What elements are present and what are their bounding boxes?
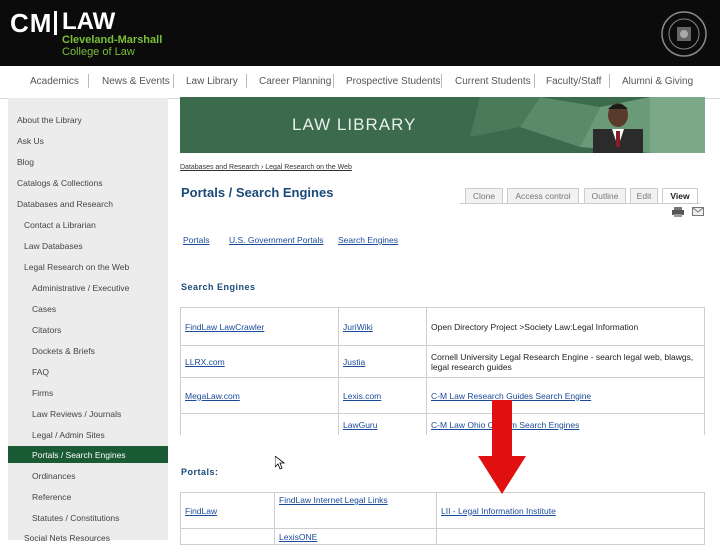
sidebar-item-cases[interactable]: Cases (32, 304, 56, 314)
sidebar-item-dockets[interactable]: Dockets & Briefs (32, 346, 95, 356)
table-cell (180, 528, 275, 545)
nav-academics[interactable]: Academics (30, 76, 79, 87)
text-cornell: Cornell University Legal Research Engine… (431, 351, 694, 372)
banner-title: LAW LIBRARY (292, 115, 417, 134)
link-findlaw-internet-legal[interactable]: FindLaw Internet Legal Links (279, 495, 388, 505)
red-arrow-icon (478, 400, 526, 494)
link-lexis[interactable]: Lexis.com (343, 391, 381, 401)
nav-current-students[interactable]: Current Students (455, 76, 531, 87)
table-cell: MegaLaw.com (180, 377, 339, 414)
nav-law-library[interactable]: Law Library (186, 76, 238, 87)
link-findlaw[interactable]: FindLaw (185, 506, 217, 516)
table-cell: FindLaw Internet Legal Links (274, 492, 437, 529)
sidebar-item-reference[interactable]: Reference (32, 492, 71, 502)
table-row: LLRX.com Justia Cornell University Legal… (180, 345, 705, 378)
sidebar-item-law-databases[interactable]: Law Databases (24, 241, 83, 251)
toc-link-portals[interactable]: Portals (183, 235, 209, 245)
tab-outline[interactable]: Outline (584, 188, 626, 204)
link-lexisone[interactable]: LexisONE (279, 532, 317, 542)
tab-clone[interactable]: Clone (465, 188, 503, 204)
link-lii[interactable]: LII - Legal Information Institute (441, 506, 556, 516)
table-cell: LLRX.com (180, 345, 339, 378)
table-cell: C-M Law Research Guides Search Engine (426, 377, 705, 414)
table-cell: LII - Legal Information Institute (436, 492, 705, 529)
logo-cm-text: CM (10, 8, 53, 38)
table-row: FindLaw FindLaw Internet Legal Links LII… (180, 492, 705, 529)
portals-table: FindLaw FindLaw Internet Legal Links LII… (180, 492, 705, 545)
person-photo (593, 103, 643, 153)
nav-prospective-students[interactable]: Prospective Students (346, 76, 441, 87)
table-cell: Cornell University Legal Research Engine… (426, 345, 705, 378)
sidebar-item-law-reviews[interactable]: Law Reviews / Journals (32, 409, 121, 419)
sidebar-item-catalogs[interactable]: Catalogs & Collections (17, 178, 103, 188)
table-cell: LawGuru (338, 413, 427, 436)
sidebar-item-faq[interactable]: FAQ (32, 367, 49, 377)
portals-heading: Portals: (181, 467, 219, 477)
sidebar-item-about[interactable]: About the Library (17, 115, 82, 125)
law-library-banner: LAW LIBRARY (180, 97, 705, 153)
sidebar-item-citators[interactable]: Citators (32, 325, 61, 335)
breadcrumb[interactable]: Databases and Research › Legal Research … (180, 164, 352, 171)
table-cell: Lexis.com (338, 377, 427, 414)
sidebar-item-legal-admin[interactable]: Legal / Admin Sites (32, 430, 105, 440)
table-cell: Open Directory Project >Society Law:Lega… (426, 307, 705, 346)
print-icon[interactable] (672, 207, 684, 217)
sidebar-item-firms[interactable]: Firms (32, 388, 53, 398)
link-cm-research-guides[interactable]: C-M Law Research Guides Search Engine (431, 391, 591, 401)
link-lawguru[interactable]: LawGuru (343, 420, 378, 430)
sidebar-item-ask-us[interactable]: Ask Us (17, 136, 44, 146)
white-gap (175, 435, 720, 457)
tab-access-control[interactable]: Access control (507, 188, 579, 204)
email-icon[interactable] (692, 207, 704, 217)
table-row: FindLaw LawCrawler JuriWiki Open Directo… (180, 307, 705, 346)
top-nav: Academics News & Events Law Library Care… (0, 66, 720, 99)
search-engines-heading: Search Engines (181, 282, 256, 292)
tab-edit[interactable]: Edit (630, 188, 658, 204)
tab-view[interactable]: View (662, 188, 698, 204)
page-title: Portals / Search Engines (181, 185, 334, 200)
nav-news-events[interactable]: News & Events (102, 76, 170, 87)
cursor-icon (275, 456, 285, 470)
sidebar-item-ordinances[interactable]: Ordinances (32, 471, 75, 481)
sidebar-item-portals-active[interactable]: Portals / Search Engines (32, 450, 126, 460)
link-megalaw[interactable]: MegaLaw.com (185, 391, 240, 401)
search-engines-table: FindLaw LawCrawler JuriWiki Open Directo… (180, 307, 705, 436)
sidebar-item-databases[interactable]: Databases and Research (17, 199, 113, 209)
logo-line1: Cleveland-Marshall (62, 34, 163, 46)
table-cell: C-M Law Ohio Custom Search Engines (426, 413, 705, 436)
logo-law[interactable]: LAW (62, 8, 115, 36)
sidebar-item-blog[interactable]: Blog (17, 157, 34, 167)
site-header: CM LAW Cleveland-Marshall College of Law (0, 0, 720, 66)
toc-link-search-engines[interactable]: Search Engines (338, 235, 398, 245)
logo-line2: College of Law (62, 46, 135, 58)
sidebar-item-social-nets[interactable]: Social Nets Resources (24, 533, 110, 543)
nav-alumni-giving[interactable]: Alumni & Giving (622, 76, 693, 87)
table-cell (436, 528, 705, 545)
sidebar-item-statutes[interactable]: Statutes / Constitutions (32, 513, 119, 523)
table-cell: FindLaw (180, 492, 275, 529)
seal-icon (661, 11, 707, 57)
table-cell: FindLaw LawCrawler (180, 307, 339, 346)
table-row: LawGuru C-M Law Ohio Custom Search Engin… (180, 413, 705, 436)
nav-career-planning[interactable]: Career Planning (259, 76, 331, 87)
link-juriwiki[interactable]: JuriWiki (343, 322, 373, 332)
toc-link-us-gov-portals[interactable]: U.S. Government Portals (229, 235, 323, 245)
text-open-directory: Open Directory Project >Society Law:Lega… (431, 321, 639, 332)
sidebar-item-contact-librarian[interactable]: Contact a Librarian (24, 220, 96, 230)
table-row: MegaLaw.com Lexis.com C-M Law Research G… (180, 377, 705, 414)
table-cell (180, 413, 339, 436)
tab-underline (460, 203, 700, 204)
link-findlaw-lawcrawler[interactable]: FindLaw LawCrawler (185, 322, 264, 332)
logo-cm[interactable]: CM (10, 8, 59, 39)
table-row: LexisONE (180, 528, 705, 545)
nav-faculty-staff[interactable]: Faculty/Staff (546, 76, 601, 87)
link-llrx[interactable]: LLRX.com (185, 357, 225, 367)
link-justia[interactable]: Justia (343, 357, 365, 367)
table-cell: Justia (338, 345, 427, 378)
sidebar-item-administrative[interactable]: Administrative / Executive (32, 283, 129, 293)
sidebar-item-legal-research-web[interactable]: Legal Research on the Web (24, 262, 129, 272)
table-cell: LexisONE (274, 528, 437, 545)
table-cell: JuriWiki (338, 307, 427, 346)
